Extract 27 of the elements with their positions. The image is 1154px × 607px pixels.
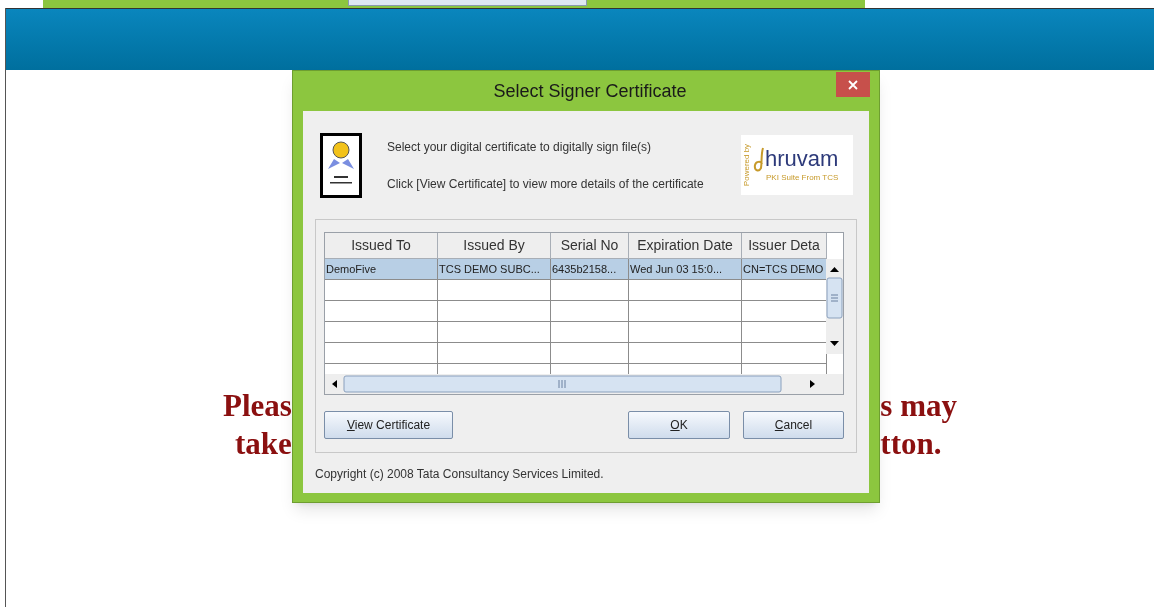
column-header[interactable]: Issuer Deta xyxy=(742,233,827,259)
vertical-scrollbar[interactable] xyxy=(826,259,843,354)
cancel-button[interactable]: Cancel xyxy=(743,411,844,439)
instruction-text: Click [View Certificate] to view more details of the certificate xyxy=(387,175,704,193)
notice-text: tton. xyxy=(880,425,942,463)
column-header[interactable]: Issued To xyxy=(325,233,438,259)
ok-button[interactable]: OK xyxy=(628,411,730,439)
notice-text: s may xyxy=(880,387,957,425)
close-button[interactable] xyxy=(836,72,870,97)
window-title: Select Signer Certificate xyxy=(493,79,687,103)
table-cell: DemoFive xyxy=(325,259,438,280)
column-header[interactable]: Expiration Date xyxy=(629,233,742,259)
column-header[interactable]: Issued By xyxy=(438,233,551,259)
view-certificate-button[interactable]: View Certificate xyxy=(324,411,453,439)
close-icon xyxy=(848,79,858,90)
instruction-text: Select your digital certificate to digitally sign file(s) xyxy=(387,138,653,156)
column-header[interactable]: Serial No xyxy=(551,233,629,259)
swirl-icon xyxy=(753,146,765,172)
notice-text: take xyxy=(235,425,292,463)
table-cell: Wed Jun 03 15:0... xyxy=(629,259,742,280)
notice-text: Pleas xyxy=(223,387,292,425)
table-row[interactable]: DemoFive TCS DEMO SUBC... 6435b2158... Wed Jun 03 15:0... CN=TCS DEMO xyxy=(325,259,826,280)
certificate-icon xyxy=(320,132,362,198)
table-cell: TCS DEMO SUBC... xyxy=(438,259,551,280)
copyright-text: Copyright (c) 2008 Tata Consultancy Services Limited. xyxy=(315,466,605,483)
table-cell: 6435b2158... xyxy=(551,259,629,280)
horizontal-scrollbar[interactable] xyxy=(325,374,843,394)
